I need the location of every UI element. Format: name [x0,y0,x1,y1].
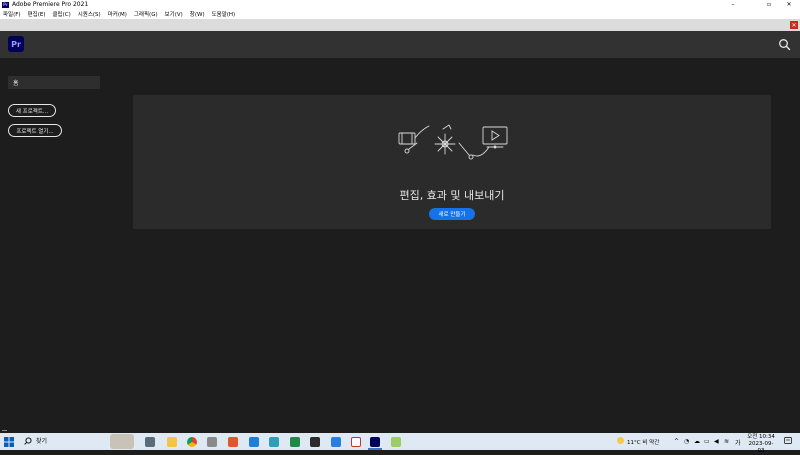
strip-close-button[interactable]: ✕ [790,21,798,29]
window-titlebar: Pr Adobe Premiere Pro 2021 [0,0,800,9]
vscode-icon[interactable] [331,437,341,447]
search-icon[interactable] [778,38,791,51]
wifi-icon[interactable]: ≋ [724,438,729,445]
search-icon [24,436,32,445]
menu-markers[interactable]: 마커(M) [108,10,127,18]
menu-help[interactable]: 도움말(H) [212,10,236,18]
tray-clock[interactable]: 오전 10:34 2023-09-03 [746,434,776,455]
weather-icon[interactable] [617,437,624,444]
hero-title: 편집, 효과 및 내보내기 [399,189,505,202]
close-button[interactable]: ✕ [778,0,800,9]
powerpoint-icon[interactable] [228,437,238,447]
create-new-button[interactable]: 새로 만들기 [429,208,475,220]
tray-time-text: 오전 10:34 [747,434,775,440]
menu-clip[interactable]: 클립(C) [52,10,70,18]
notification-icon[interactable] [784,437,792,445]
tray-date-text: 2023-09-03 [748,441,774,454]
premiere-taskbar-icon[interactable] [370,437,380,447]
app-green-icon[interactable] [391,437,401,447]
menu-edit[interactable]: 편집(E) [28,10,46,18]
window-title: Adobe Premiere Pro 2021 [12,1,89,8]
hero-card: 편집, 효과 및 내보내기 새로 만들기 [133,95,771,229]
volume-icon[interactable]: ◀ [714,438,719,445]
taskbar-search[interactable]: 찾기 [24,436,47,445]
settings-icon[interactable] [207,437,217,447]
task-view-icon[interactable] [145,437,155,447]
corner-marker [2,430,7,431]
premiere-app-icon: Pr [2,1,9,8]
new-project-button[interactable]: 새 프로젝트... [8,104,56,117]
menu-view[interactable]: 보기(V) [165,10,183,18]
word-icon[interactable] [249,437,259,447]
menu-file[interactable]: 파일(F) [3,10,21,18]
menu-graphics[interactable]: 그래픽(G) [134,10,158,18]
excel-icon[interactable] [290,437,300,447]
battery-icon[interactable]: ▭ [704,438,710,445]
menu-bar: 파일(F) 편집(E) 클립(C) 시퀀스(S) 마커(M) 그래픽(G) 보기… [0,9,800,19]
sidebar-item-home[interactable]: 홈 [8,76,100,89]
app-blue-icon[interactable] [269,437,279,447]
app-header: Pr [0,31,800,58]
minimize-button[interactable]: – [722,0,744,9]
windows-taskbar: 찾기 11°C 비 약간 ^ ◔ ☁ ▭ ◀ ≋ 가 오전 10:34 2023… [0,433,800,454]
app-red-icon[interactable] [351,437,361,447]
edit-effects-export-illustration-icon [398,124,508,160]
network-icon[interactable]: ◔ [684,438,689,445]
ime-language-indicator[interactable]: 가 [735,438,741,447]
chevron-up-icon[interactable]: ^ [674,438,679,445]
menu-sequence[interactable]: 시퀀스(S) [78,10,101,18]
workspace-strip: ✕ [0,19,800,31]
terminal-icon[interactable] [310,437,320,447]
onedrive-icon[interactable]: ☁ [694,438,700,445]
premiere-logo: Pr [8,36,24,52]
tray-weather-text[interactable]: 11°C 비 약간 [627,438,659,446]
widgets-icon[interactable] [110,434,134,449]
windows-start-icon[interactable] [4,437,14,447]
taskbar-search-label: 찾기 [36,438,48,445]
chrome-icon[interactable] [187,437,197,447]
menu-window[interactable]: 창(W) [190,10,205,18]
maximize-button[interactable]: ▫ [758,0,780,9]
file-explorer-icon[interactable] [167,437,177,447]
open-project-button[interactable]: 프로젝트 열기... [8,124,62,137]
